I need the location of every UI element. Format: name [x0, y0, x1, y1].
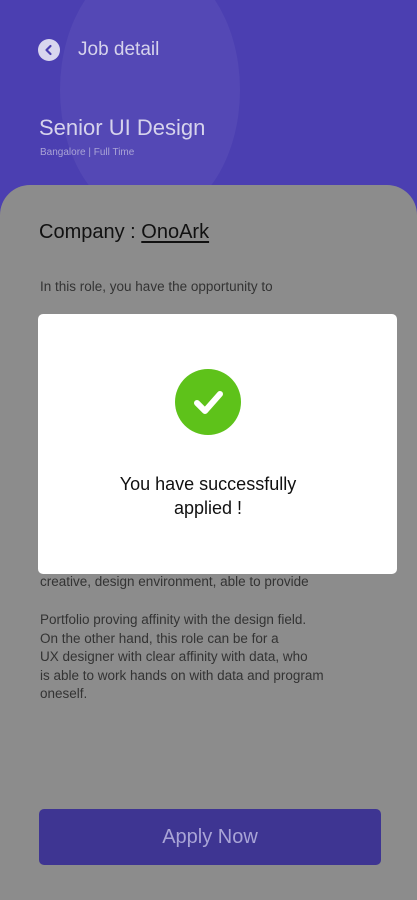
check-circle-icon	[175, 369, 241, 435]
company-row: Company : OnoArk	[39, 221, 209, 244]
chevron-left-icon	[45, 44, 52, 56]
company-name-link[interactable]: OnoArk	[141, 221, 209, 243]
company-label: Company :	[39, 221, 142, 243]
apply-now-button[interactable]: Apply Now	[39, 809, 381, 865]
description-line-2: creative, design environment, able to pr…	[40, 574, 309, 589]
description-paragraph-2: Portfolio proving affinity with the desi…	[40, 612, 324, 701]
back-button[interactable]	[38, 39, 60, 61]
success-message: You have successfully applied !	[119, 474, 297, 518]
job-title: Senior UI Design	[39, 115, 206, 140]
job-meta: Bangalore | Full Time	[40, 147, 135, 158]
page-title: Job detail	[78, 39, 160, 60]
success-dialog: You have successfully applied !	[38, 314, 397, 574]
checkmark-icon	[194, 391, 223, 414]
description-line-1: In this role, you have the opportunity t…	[40, 279, 273, 294]
